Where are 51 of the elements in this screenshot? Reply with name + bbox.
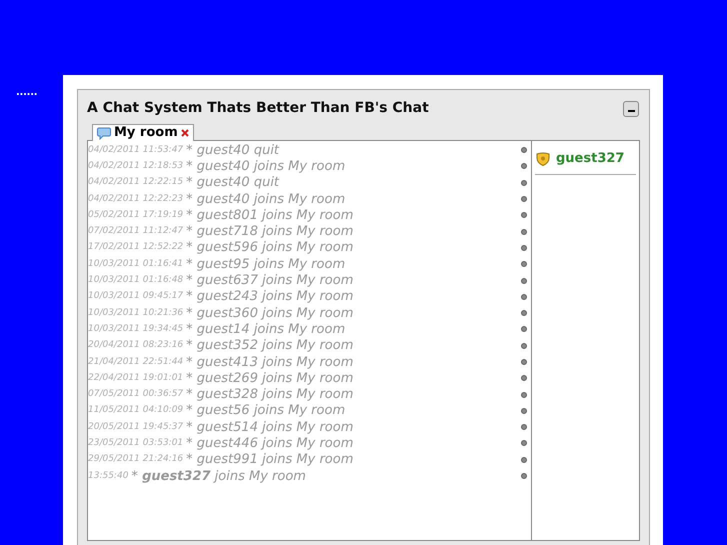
timestamp: 04/02/2011 12:22:23 <box>88 194 184 204</box>
message-text: * guest56 joins My room <box>186 404 346 418</box>
timestamp: 23/05/2011 03:53:01 <box>88 438 184 448</box>
timestamp: 29/05/2011 21:24:16 <box>88 455 184 464</box>
message-text: * guest446 joins My room <box>186 436 354 450</box>
minimize-button[interactable] <box>623 100 639 116</box>
timestamp: 04/02/2011 12:22:15 <box>88 178 184 188</box>
message-text: * guest328 joins My room <box>186 388 354 402</box>
message-text: * guest991 joins My room <box>186 453 354 466</box>
timestamp: 10/03/2011 01:16:48 <box>88 276 184 286</box>
message-text: * guest596 joins My room <box>186 241 354 254</box>
nav-link[interactable]: ...... <box>16 87 38 98</box>
timestamp: 13:55:40 <box>88 472 128 481</box>
close-icon[interactable] <box>180 129 189 137</box>
timestamp: 10/03/2011 19:34:45 <box>88 324 184 334</box>
room-tab[interactable]: My room <box>92 124 194 141</box>
timestamp: 04/02/2011 11:53:47 <box>88 146 184 155</box>
message-text: * guest801 joins My room <box>186 208 354 222</box>
message-text: * guest360 joins My room <box>186 306 354 320</box>
timestamp: 11/05/2011 04:10:09 <box>88 406 184 416</box>
speech-bubble-icon <box>97 126 111 140</box>
message-text: * guest95 joins My room <box>186 258 346 271</box>
timestamp: 10/03/2011 09:45:17 <box>88 292 184 302</box>
timestamp: 10/03/2011 10:21:36 <box>88 308 184 318</box>
user-name[interactable]: guest327 <box>556 149 624 168</box>
message-text: *guest327 joins My room <box>131 470 306 483</box>
window-title: A Chat System Thats Better Than FB's Chat <box>87 99 429 118</box>
message-text: * guest718 joins My room <box>186 225 354 238</box>
timestamp: 22/04/2011 19:01:01 <box>88 374 184 383</box>
message-text: * guest40 quit <box>186 176 280 190</box>
timestamp: 05/02/2011 17:19:19 <box>88 210 184 220</box>
tab-label: My room <box>114 124 178 142</box>
message-text: * guest637 joins My room <box>186 274 354 288</box>
message-text: * guest40 joins My room <box>186 160 346 173</box>
message-text: * guest352 joins My room <box>186 339 354 352</box>
message-text: * guest14 joins My room <box>186 322 346 336</box>
timestamp: 20/05/2011 19:45:37 <box>88 422 184 432</box>
timestamp: 10/03/2011 01:16:41 <box>88 260 184 269</box>
timestamp: 17/02/2011 12:52:22 <box>88 243 184 252</box>
message-text: * guest40 joins My room <box>186 192 346 206</box>
timestamp: 21/04/2011 22:51:44 <box>88 358 184 366</box>
shield-icon <box>536 152 550 166</box>
message-text: * guest514 joins My room <box>186 420 354 434</box>
timestamp: 20/04/2011 08:23:16 <box>88 341 184 350</box>
message-text: * guest413 joins My room <box>186 356 354 368</box>
timestamp: 07/02/2011 11:12:47 <box>88 227 184 236</box>
message-text: * guest269 joins My room <box>186 372 354 385</box>
message-text: * guest243 joins My room <box>186 290 354 304</box>
timestamp: 04/02/2011 12:18:53 <box>88 162 184 171</box>
message-text: * guest40 quit <box>186 144 280 157</box>
timestamp: 07/05/2011 00:36:57 <box>88 390 184 400</box>
